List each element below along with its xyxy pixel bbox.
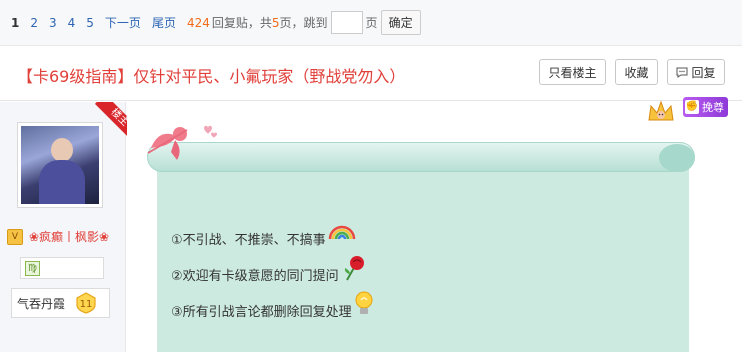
total-pages: 5	[271, 15, 280, 30]
fist-icon: ✊	[685, 100, 699, 114]
jump-unit: 页	[365, 16, 378, 30]
rainbow-icon	[328, 225, 355, 240]
thread-header: 【卡69级指南】仅针对平民、小氟玩家（野战党勿入） 只看楼主 收藏 回复	[0, 47, 742, 101]
author-panel: 楼主 V ❀疯癫丨枫影❀ ♍ 气吞丹霞 11	[0, 102, 130, 352]
scroll-curl	[659, 144, 695, 172]
reply-count-suffix: 回复贴，共	[211, 16, 272, 30]
rule-item: ①不引战、不推崇、不搞事	[171, 220, 374, 256]
pages-suffix: 页，	[279, 16, 304, 30]
rule-item: ②欢迎有卡级意愿的同门提问	[171, 256, 374, 292]
post-content: ✊ 挽尊 ①不引战、不推崇、不搞事 ②欢迎有卡级意愿的同门提问 ③所有引战言论都…	[127, 97, 742, 352]
last-page-link[interactable]: 尾页	[152, 14, 176, 31]
medal-box: ♍	[20, 257, 104, 279]
wanzun-badge[interactable]: ✊ 挽尊	[683, 97, 728, 117]
comment-icon	[676, 67, 688, 78]
reply-count: 424	[186, 15, 210, 30]
favorite-button[interactable]: 收藏	[615, 59, 658, 85]
level-number: 11	[80, 299, 93, 310]
rose-icon	[344, 256, 364, 281]
username-row: V ❀疯癫丨枫影❀	[7, 228, 109, 245]
jump-confirm-button[interactable]: 确定	[380, 10, 421, 35]
page-link-3[interactable]: 3	[49, 16, 57, 30]
page-link-4[interactable]: 4	[68, 16, 76, 30]
rule-item: ③所有引战言论都删除回复处理	[171, 291, 374, 328]
wanzun-label: 挽尊	[702, 101, 724, 114]
rules-list: ①不引战、不推崇、不搞事 ②欢迎有卡级意愿的同门提问 ③所有引战言论都删除回复处…	[171, 220, 374, 328]
next-page-link[interactable]: 下一页	[105, 14, 141, 31]
page-link-1[interactable]: 1	[11, 16, 19, 30]
level-title: 气吞丹霞	[17, 296, 66, 311]
jump-page-input[interactable]	[330, 11, 363, 34]
level-badge-icon: 11	[76, 292, 96, 314]
rule-text: ③所有引战言论都删除回复处理	[171, 304, 352, 320]
vip-icon[interactable]: V	[7, 228, 23, 245]
username[interactable]: ❀疯癫丨枫影❀	[29, 228, 109, 245]
jump-label: 跳到	[303, 16, 328, 30]
reply-button[interactable]: 回复	[667, 59, 725, 85]
level-box[interactable]: 气吞丹霞 11	[11, 288, 110, 318]
thread-title: 【卡69级指南】仅针对平民、小氟玩家（野战党勿入）	[17, 67, 406, 86]
hearts-icon	[204, 125, 217, 138]
pager-bar: 1 2 3 4 5 下一页 尾页 424 回复贴，共 5 页， 跳到 页 确定	[0, 0, 742, 46]
crown-icon	[648, 100, 674, 121]
virgo-medal-icon[interactable]: ♍	[25, 261, 40, 276]
reply-button-label: 回复	[691, 65, 716, 80]
rule-text: ②欢迎有卡级意愿的同门提问	[171, 268, 339, 284]
rule-text: ①不引战、不推崇、不搞事	[171, 232, 326, 248]
only-op-button[interactable]: 只看楼主	[539, 59, 606, 85]
op-ribbon: 楼主	[90, 102, 130, 142]
page-link-5[interactable]: 5	[86, 16, 94, 30]
cupid-icon	[147, 127, 188, 160]
scroll-roll	[147, 142, 695, 172]
lightbulb-icon	[355, 291, 373, 314]
op-ribbon-label: 楼主	[94, 102, 130, 142]
page-link-2[interactable]: 2	[30, 16, 38, 30]
